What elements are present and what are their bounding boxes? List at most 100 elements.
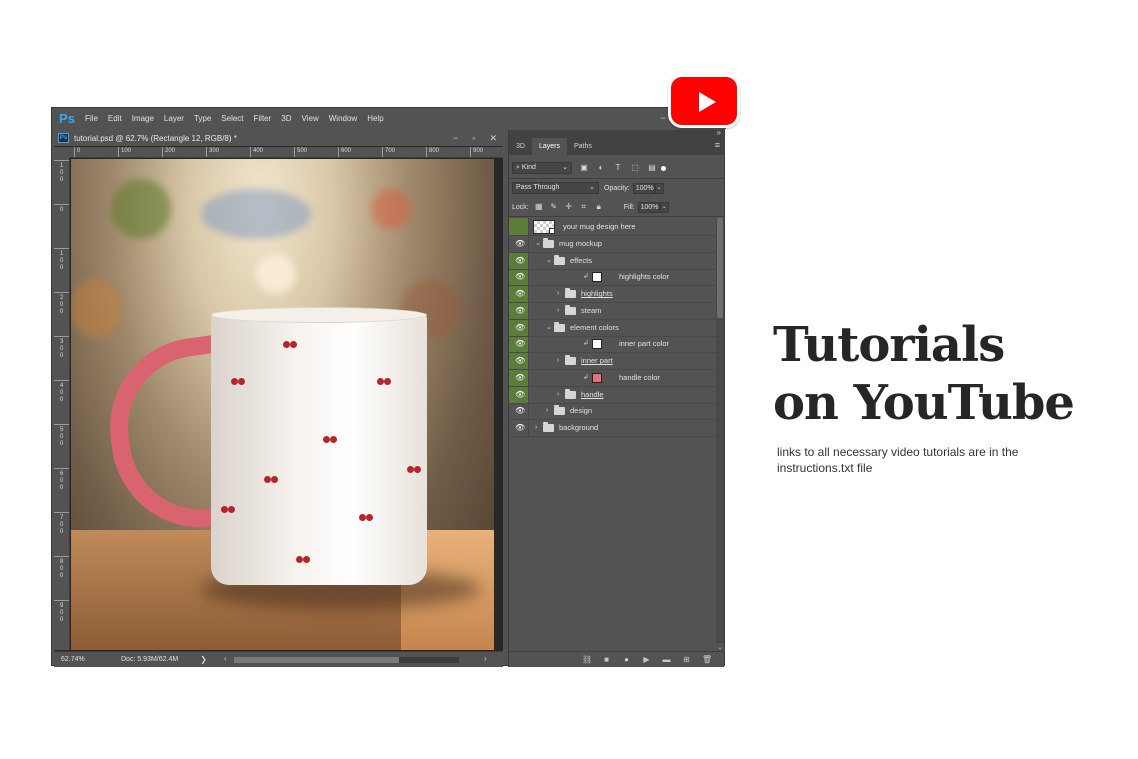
adjustment-layer-filter-icon[interactable]: ◐: [596, 163, 606, 173]
adjustment-layer-icon[interactable]: ▶: [642, 655, 651, 664]
layer-row[interactable]: 👁︎ › steam: [509, 303, 716, 320]
ruler-tick: [54, 512, 69, 513]
chevron-down-icon[interactable]: ⌄: [546, 256, 552, 266]
visibility-toggle[interactable]: 👁︎: [509, 252, 529, 269]
menu-edit[interactable]: Edit: [103, 108, 127, 129]
menu-view[interactable]: View: [297, 108, 324, 129]
visibility-toggle[interactable]: 👁︎: [509, 236, 529, 252]
smart-object-thumbnail[interactable]: [533, 220, 555, 234]
opacity-field[interactable]: 100%: [632, 182, 655, 194]
panel-menu-icon[interactable]: ≡: [715, 140, 720, 150]
tab-layers[interactable]: Layers: [531, 138, 567, 155]
menu-help[interactable]: Help: [362, 108, 388, 129]
document-tab[interactable]: Ps tutorial.psd @ 62.7% (Rectangle 12, R…: [54, 130, 503, 146]
layer-row[interactable]: 👁︎ › background: [509, 420, 716, 437]
filter-toggle-icon[interactable]: [661, 165, 666, 171]
tab-paths[interactable]: Paths: [567, 138, 599, 155]
chevron-down-icon[interactable]: ⌄: [546, 323, 552, 333]
chevron-right-icon[interactable]: ›: [557, 306, 559, 316]
fill-dropdown-icon[interactable]: ⌄: [659, 201, 669, 213]
layer-row[interactable]: 👁︎ ⌄ effects: [509, 252, 716, 270]
scroll-left-icon[interactable]: ‹: [224, 654, 227, 663]
lock-all-icon[interactable]: 🔒︎: [594, 202, 604, 212]
doc-close-button[interactable]: ✕: [489, 130, 497, 146]
add-mask-icon[interactable]: ●: [622, 655, 631, 664]
layer-row[interactable]: 👁︎ › inner part: [509, 353, 716, 370]
color-fill-thumbnail[interactable]: [592, 272, 602, 283]
visibility-toggle[interactable]: [509, 218, 529, 235]
fill-field[interactable]: 100%: [637, 201, 660, 213]
blend-mode-select[interactable]: Pass Through ⌄: [512, 182, 599, 194]
lock-transparency-icon[interactable]: ▦: [534, 202, 544, 212]
horizontal-scrollbar-thumb[interactable]: [234, 657, 399, 663]
layer-row[interactable]: 👁︎ ↲ highlights color: [509, 269, 716, 287]
collapse-panels-icon[interactable]: »: [717, 128, 721, 137]
canvas-mug-photo[interactable]: [71, 159, 494, 650]
document-status-bar: 62.74% Doc: 5.93M/62.4M ❯ ‹ ›: [54, 651, 503, 667]
chevron-right-icon[interactable]: ›: [557, 289, 559, 299]
visibility-toggle[interactable]: 👁︎: [509, 319, 529, 336]
menu-3d[interactable]: 3D: [276, 108, 296, 129]
menu-layer[interactable]: Layer: [159, 108, 189, 129]
ruler-corner[interactable]: [54, 147, 70, 158]
visibility-toggle[interactable]: 👁︎: [509, 353, 529, 369]
delete-layer-icon[interactable]: 🗑︎: [702, 655, 712, 664]
visibility-toggle[interactable]: 👁︎: [509, 403, 529, 420]
layer-row[interactable]: 👁︎ ⌄ element colors: [509, 319, 716, 337]
doc-restore-button[interactable]: ▫: [472, 130, 475, 146]
color-fill-thumbnail[interactable]: [592, 372, 602, 383]
new-group-icon[interactable]: ▬: [662, 655, 671, 664]
scroll-down-icon[interactable]: ⌄: [716, 644, 724, 651]
lock-position-icon[interactable]: ✛: [564, 202, 574, 212]
visibility-toggle[interactable]: 👁︎: [509, 286, 529, 302]
layer-row[interactable]: 👁︎ › handle: [509, 386, 716, 404]
opacity-dropdown-icon[interactable]: ⌄: [654, 182, 664, 194]
ruler-tick: [54, 380, 69, 381]
visibility-toggle[interactable]: 👁︎: [509, 303, 529, 319]
visibility-toggle[interactable]: 👁︎: [509, 336, 529, 353]
layer-row[interactable]: 👁︎ ↲ inner part color: [509, 336, 716, 354]
pixel-layer-filter-icon[interactable]: ▣: [579, 163, 589, 173]
shape-layer-filter-icon[interactable]: ⬚: [630, 163, 640, 173]
layer-style-icon[interactable]: ■: [602, 655, 611, 664]
visibility-toggle[interactable]: 👁︎: [509, 370, 529, 386]
doc-minimize-button[interactable]: −: [453, 130, 458, 146]
menu-select[interactable]: Select: [216, 108, 248, 129]
chevron-down-icon[interactable]: ⌄: [535, 239, 541, 249]
chevron-right-icon[interactable]: ›: [557, 390, 559, 400]
vertical-ruler[interactable]: 100 0 100 200 300 400 500 600 700 800 900: [54, 158, 70, 650]
layers-scrollbar-thumb[interactable]: [717, 218, 723, 318]
smart-object-filter-icon[interactable]: ▤: [647, 163, 657, 173]
zoom-level-field[interactable]: 62.74%: [61, 656, 91, 663]
chevron-right-icon[interactable]: ›: [546, 406, 548, 416]
layer-row[interactable]: your mug design here: [509, 218, 716, 236]
color-fill-thumbnail[interactable]: [592, 339, 602, 350]
menu-image[interactable]: Image: [127, 108, 159, 129]
scroll-right-icon[interactable]: ›: [484, 654, 487, 663]
menu-window[interactable]: Window: [324, 108, 362, 129]
horizontal-ruler[interactable]: 0 100 200 300 400 500 600 700 800 900: [70, 147, 503, 158]
tab-3d[interactable]: 3D: [509, 138, 532, 155]
type-layer-filter-icon[interactable]: T: [613, 163, 623, 173]
horizontal-scrollbar[interactable]: [234, 657, 459, 663]
minimize-window-button[interactable]: −: [658, 113, 668, 123]
lock-artboard-icon[interactable]: ⌗: [579, 202, 589, 212]
visibility-toggle[interactable]: 👁︎: [509, 420, 529, 436]
layer-row[interactable]: 👁︎ ↲ handle color: [509, 370, 716, 387]
new-layer-icon[interactable]: ⊞: [682, 655, 691, 664]
layer-row[interactable]: 👁︎ ⌄ mug mockup: [509, 236, 716, 253]
chevron-right-icon[interactable]: ›: [557, 356, 559, 366]
menu-filter[interactable]: Filter: [249, 108, 277, 129]
layer-row[interactable]: 👁︎ › design: [509, 403, 716, 421]
layer-row[interactable]: 👁︎ › highlights: [509, 286, 716, 303]
visibility-toggle[interactable]: 👁︎: [509, 386, 529, 403]
layers-scrollbar[interactable]: [716, 218, 724, 643]
visibility-toggle[interactable]: 👁︎: [509, 269, 529, 286]
chevron-right-icon[interactable]: ›: [535, 423, 537, 433]
menu-file[interactable]: File: [80, 108, 103, 129]
link-layers-icon[interactable]: ⛓: [582, 655, 592, 664]
lock-image-pixels-icon[interactable]: ✎: [549, 202, 559, 212]
filter-kind-select[interactable]: ⌕ Kind ⌄: [512, 162, 572, 174]
menu-type[interactable]: Type: [189, 108, 216, 129]
status-menu-arrow-icon[interactable]: ❯: [200, 655, 207, 664]
